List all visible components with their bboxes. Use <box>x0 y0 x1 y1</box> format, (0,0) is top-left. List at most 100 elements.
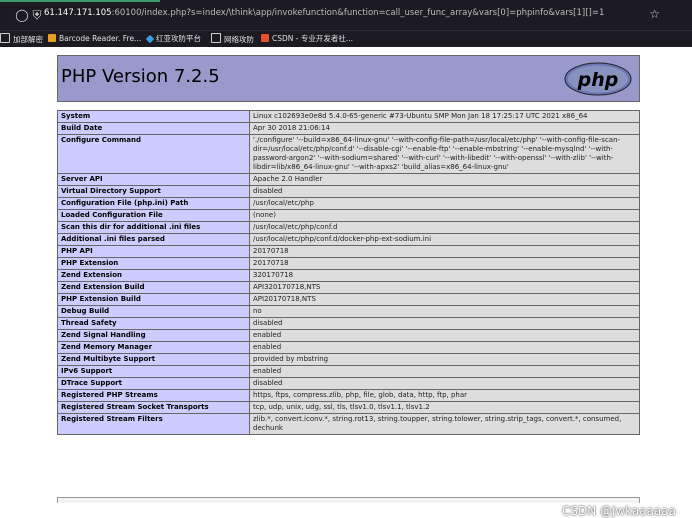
row-value: /usr/local/etc/php/conf.d/docker-php-ext… <box>249 233 640 246</box>
php-logo-text: php <box>577 69 619 91</box>
row-key: Loaded Configuration File <box>57 209 250 222</box>
page-content: PHP Version 7.2.5 php System Linux c10269… <box>0 47 692 518</box>
bookmark-item[interactable]: Barcode Reader. Fre... <box>48 33 141 45</box>
table-row: Zend Extension Build API320170718,NTS <box>57 281 640 294</box>
row-value: enabled <box>249 329 640 342</box>
next-section-table <box>57 497 640 503</box>
row-key: DTrace Support <box>57 377 250 390</box>
table-row: PHP API 20170718 <box>57 245 640 258</box>
row-value: enabled <box>249 341 640 354</box>
row-key: Registered PHP Streams <box>57 389 250 402</box>
browser-toolbar: ◯ ⛨ 61.147.171.105:60100/index.php?s=ind… <box>0 0 692 30</box>
row-value: no <box>249 305 640 318</box>
bookmark-label: 红亚攻防平台 <box>156 34 201 43</box>
row-value: provided by mbstring <box>249 353 640 366</box>
row-key: IPv6 Support <box>57 365 250 378</box>
row-value: disabled <box>249 377 640 390</box>
address-bar[interactable]: 61.147.171.105:60100/index.php?s=index/\… <box>44 8 604 18</box>
php-logo-icon: php <box>564 62 632 96</box>
table-row: Debug Build no <box>57 305 640 318</box>
table-row: Loaded Configuration File (none) <box>57 209 640 222</box>
csdn-logo-icon <box>261 34 269 42</box>
row-key: Configuration File (php.ini) Path <box>57 197 250 210</box>
row-key: Zend Extension <box>57 269 250 282</box>
row-key: System <box>57 110 250 123</box>
diamond-icon <box>145 34 155 44</box>
table-row: System Linux c102693e0e8d 5.4.0-65-generi… <box>57 110 640 123</box>
row-value: enabled <box>249 365 640 378</box>
row-key: Virtual Directory Support <box>57 185 250 198</box>
table-row: PHP Extension 20170718 <box>57 257 640 270</box>
table-row: Zend Memory Manager enabled <box>57 341 640 354</box>
table-row: Registered PHP Streams https, ftps, compr… <box>57 389 640 402</box>
row-key: Registered Stream Socket Transports <box>57 401 250 414</box>
table-row: Virtual Directory Support disabled <box>57 185 640 198</box>
bookmark-item[interactable]: CSDN - 专业开发者社... <box>261 33 353 45</box>
row-value: Apache 2.0 Handler <box>249 173 640 186</box>
bookmark-label: CSDN - 专业开发者社... <box>272 34 354 43</box>
bookmark-item[interactable]: 红亚攻防平台 <box>145 33 201 45</box>
row-value: (none) <box>249 209 640 222</box>
bookmarks-bar: 加部解密 Barcode Reader. Fre... 红亚攻防平台 网络攻防 … <box>0 30 692 47</box>
watermark: CSDN @jwkaaaaaa <box>561 504 676 518</box>
row-key: Debug Build <box>57 305 250 318</box>
table-row: Registered Stream Filters zlib.*, convert… <box>57 413 640 435</box>
url-host: 61.147.171.105 <box>44 8 112 18</box>
table-row: Scan this dir for additional .ini files /… <box>57 221 640 234</box>
table-row: Thread Safety disabled <box>57 317 640 330</box>
table-row: Registered Stream Socket Transports tcp, … <box>57 401 640 414</box>
row-key: Configure Command <box>57 134 250 174</box>
row-key: PHP Extension Build <box>57 293 250 306</box>
row-value: 20170718 <box>249 257 640 270</box>
table-row: Server API Apache 2.0 Handler <box>57 173 640 186</box>
row-key: PHP API <box>57 245 250 258</box>
row-key: PHP Extension <box>57 257 250 270</box>
phpinfo-table: System Linux c102693e0e8d 5.4.0-65-generi… <box>57 110 640 435</box>
row-value: disabled <box>249 317 640 330</box>
row-value: './configure' '--build=x86_64-linux-gnu'… <box>249 134 640 174</box>
shield-icon[interactable]: ◯ <box>14 7 30 23</box>
bookmark-item[interactable]: 加部解密 <box>0 33 43 46</box>
row-key: Zend Memory Manager <box>57 341 250 354</box>
row-key: Registered Stream Filters <box>57 413 250 435</box>
row-value: https, ftps, compress.zlib, php, file, g… <box>249 389 640 402</box>
table-row: Zend Multibyte Support provided by mbstri… <box>57 353 640 366</box>
row-value: /usr/local/etc/php/conf.d <box>249 221 640 234</box>
bookmark-label: Barcode Reader. Fre... <box>59 34 142 43</box>
folder-icon <box>211 33 221 43</box>
table-row: PHP Extension Build API20170718,NTS <box>57 293 640 306</box>
phpinfo-header: PHP Version 7.2.5 php <box>57 55 640 102</box>
row-value: API20170718,NTS <box>249 293 640 306</box>
row-value: Linux c102693e0e8d 5.4.0-65-generic #73-… <box>249 110 640 123</box>
row-value: zlib.*, convert.iconv.*, string.rot13, s… <box>249 413 640 435</box>
bookmark-label: 网络攻防 <box>224 35 254 44</box>
folder-icon <box>0 33 10 43</box>
table-row: DTrace Support disabled <box>57 377 640 390</box>
page-title: PHP Version 7.2.5 <box>61 66 220 87</box>
row-value: 20170718 <box>249 245 640 258</box>
barcode-icon <box>48 34 56 42</box>
active-tab-indicator <box>0 0 160 2</box>
table-row: Zend Signal Handling enabled <box>57 329 640 342</box>
table-row: Configure Command './configure' '--build=… <box>57 134 640 174</box>
bookmark-item[interactable]: 网络攻防 <box>211 33 254 46</box>
row-value: tcp, udp, unix, udg, ssl, tls, tlsv1.0, … <box>249 401 640 414</box>
url-path: :60100/index.php?s=index/\think\app/invo… <box>111 8 605 18</box>
lock-warning-icon[interactable]: ⛨ <box>29 7 45 23</box>
row-key: Zend Extension Build <box>57 281 250 294</box>
row-key: Additional .ini files parsed <box>57 233 250 246</box>
row-key: Thread Safety <box>57 317 250 330</box>
row-key: Server API <box>57 173 250 186</box>
table-row: Configuration File (php.ini) Path/usr/lo… <box>57 197 640 210</box>
table-row: Additional .ini files parsed/usr/local/e… <box>57 233 640 246</box>
table-row: Zend Extension 320170718 <box>57 269 640 282</box>
row-value: 320170718 <box>249 269 640 282</box>
table-row: IPv6 Support enabled <box>57 365 640 378</box>
row-key: Zend Multibyte Support <box>57 353 250 366</box>
bookmark-star-icon[interactable]: ☆ <box>649 7 660 21</box>
row-key: Scan this dir for additional .ini files <box>57 221 250 234</box>
row-value: Apr 30 2018 21:06:14 <box>249 122 640 135</box>
table-row: Build Date Apr 30 2018 21:06:14 <box>57 122 640 135</box>
row-value: /usr/local/etc/php <box>249 197 640 210</box>
row-value: disabled <box>249 185 640 198</box>
